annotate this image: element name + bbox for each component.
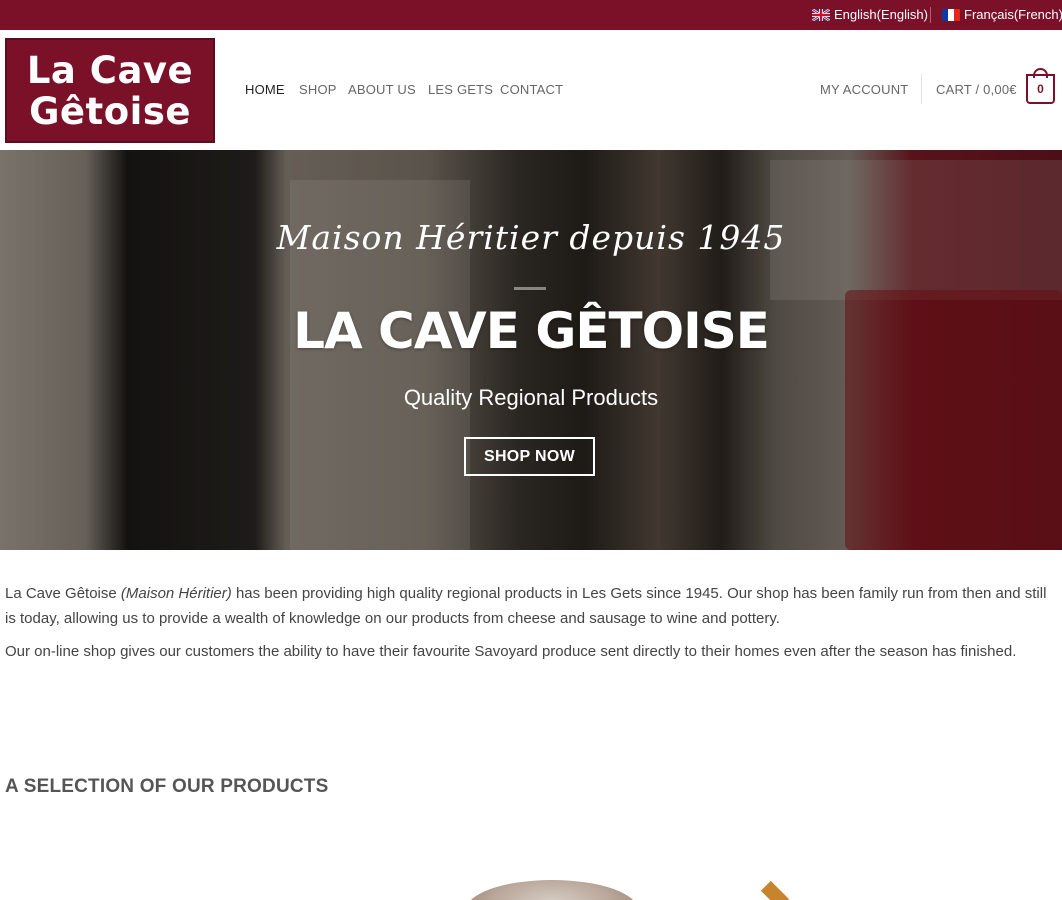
logo-line-2: Gêtoise	[29, 89, 191, 133]
product-image-sausage[interactable]	[466, 880, 638, 900]
nav-home[interactable]: HOME	[245, 82, 285, 97]
product-image-cheese[interactable]	[760, 880, 790, 900]
site-header: La Cave Gêtoise HOME SHOP ABOUT US LES G…	[0, 30, 1062, 150]
shop-now-button[interactable]: SHOP NOW	[464, 437, 595, 476]
language-label-french: Français(French)	[964, 7, 1062, 22]
hero-banner: Maison Héritier depuis 1945 LA CAVE GÊTO…	[0, 150, 1062, 550]
language-french-link[interactable]: Français(French)	[942, 7, 1062, 22]
nav-les-gets[interactable]: LES GETS	[428, 82, 493, 97]
language-separator	[930, 7, 931, 23]
hero-divider	[514, 287, 546, 290]
hero-subtitle: Quality Regional Products	[403, 385, 659, 410]
nav-shop[interactable]: SHOP	[299, 82, 337, 97]
intro-paragraph-2: Our on-line shop gives our customers the…	[5, 643, 1017, 660]
site-logo[interactable]: La Cave Gêtoise	[5, 38, 215, 143]
header-divider	[921, 74, 922, 104]
nav-my-account[interactable]: MY ACCOUNT	[820, 82, 908, 97]
products-section-title: A SELECTION OF OUR PRODUCTS	[5, 776, 329, 797]
language-english-link[interactable]: English(English)	[812, 7, 928, 22]
nav-about-us[interactable]: ABOUT US	[348, 82, 416, 97]
france-flag-icon	[942, 8, 960, 21]
uk-flag-icon	[812, 8, 830, 21]
logo-line-1: La Cave	[26, 48, 194, 92]
hero-title: LA CAVE GÊTOISE	[293, 302, 770, 360]
language-label-english: English(English)	[834, 7, 928, 22]
nav-cart[interactable]: CART / 0,00€	[936, 82, 1017, 97]
intro-paragraph-1: La Cave Gêtoise (Maison Héritier) has be…	[5, 581, 1055, 631]
cart-count-badge[interactable]: 0	[1026, 74, 1055, 104]
intro-shop-name: La Cave Gêtoise	[5, 585, 117, 602]
top-bar: English(English) Français(French)	[0, 0, 1062, 30]
hero-script-title: Maison Héritier depuis 1945	[276, 218, 786, 257]
intro-text: La Cave Gêtoise (Maison Héritier) has be…	[5, 581, 1055, 672]
intro-maison-name: (Maison Héritier)	[120, 585, 232, 602]
nav-contact[interactable]: CONTACT	[500, 82, 563, 97]
